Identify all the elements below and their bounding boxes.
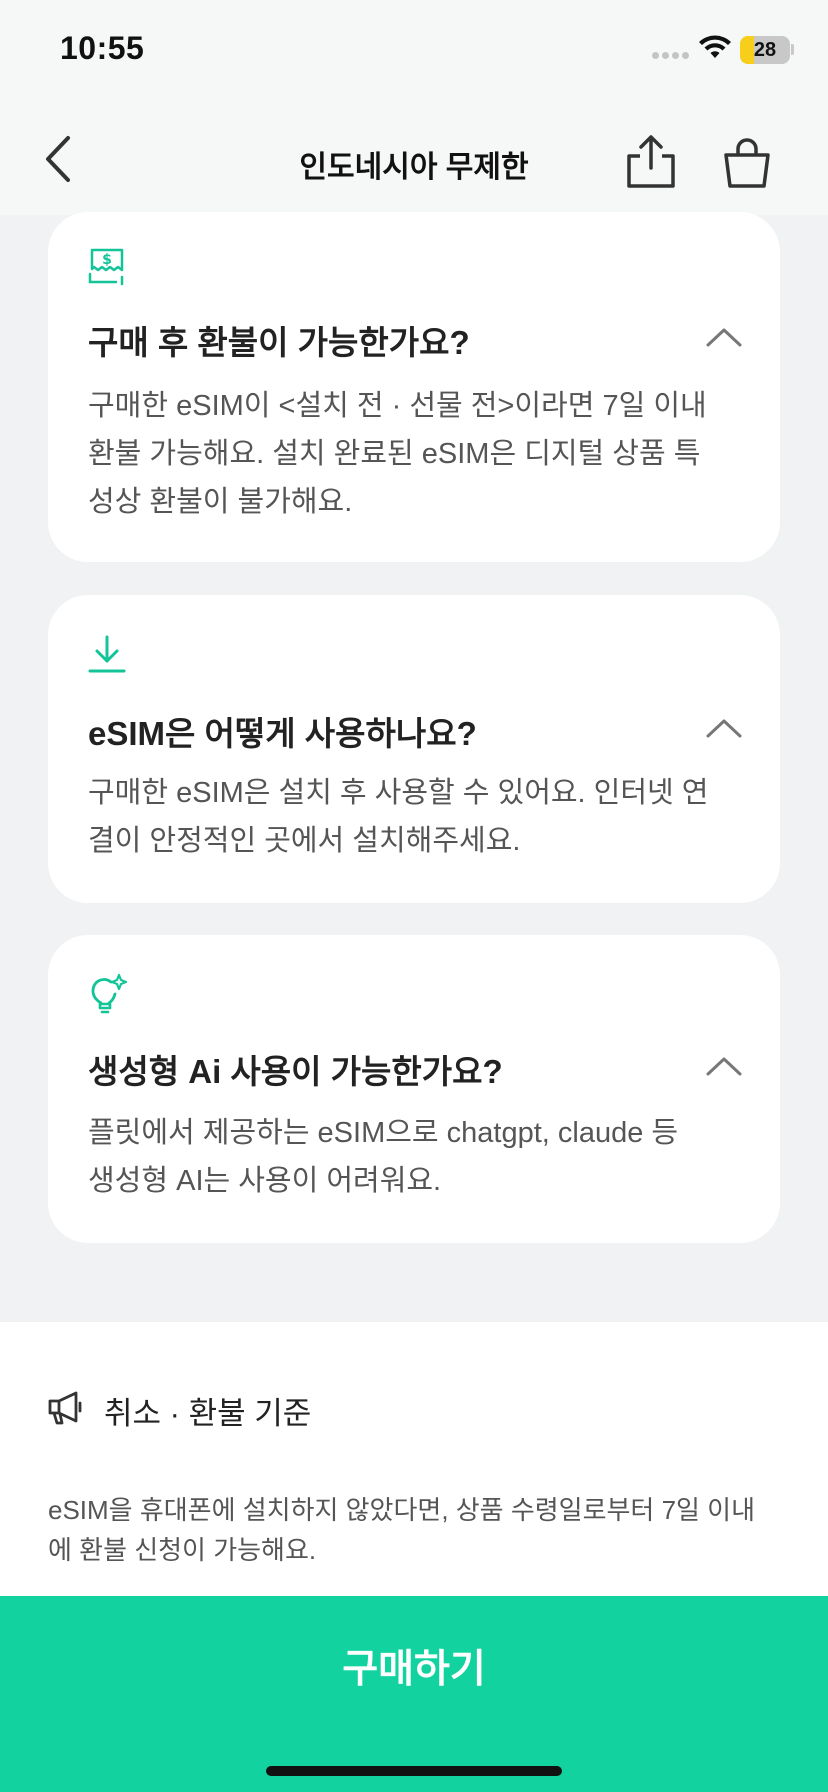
faq-answer-line: 성상 환불이 불가해요. [88,486,353,518]
chevron-up-icon[interactable] [706,1055,742,1077]
faq-question[interactable]: 생성형 Ai 사용이 가능한가요? [88,1045,690,1093]
faq-answer-line: 생성형 AI는 사용이 어려워요. [88,1165,442,1197]
faq-card-ai[interactable]: 생성형 Ai 사용이 가능한가요? 플릿에서 제공하는 eSIM으로 chatg… [48,935,780,1243]
faq-question[interactable]: eSIM은 어떻게 사용하나요? [88,707,690,755]
faq-card-refund[interactable]: $ 구매 후 환불이 가능한가요? 구매한 eSIM이 <설치 전 · 선물 전… [48,212,780,562]
status-bar: 10:55 28 [0,0,828,100]
battery-tip [791,44,794,55]
faq-question[interactable]: 구매 후 환불이 가능한가요? [88,316,690,364]
buy-button-label: 구매하기 [342,1648,486,1691]
faq-answer-line: 구매한 eSIM은 설치 후 사용할 수 있어요. 인터넷 연 [88,777,709,809]
chevron-up-icon[interactable] [706,717,742,739]
faq-answer-line: 플릿에서 제공하는 eSIM으로 chatgpt, claude 등 [88,1117,679,1149]
faq-answer-line: 결이 안정적인 곳에서 설치해주세요. [88,825,521,857]
status-time: 10:55 [60,30,145,66]
battery-level: 28 [753,39,777,61]
download-icon [88,635,126,673]
faq-answer-line: 구매한 eSIM이 <설치 전 · 선물 전>이라면 7일 이내 [88,390,707,422]
policy-title: 취소 · 환불 기준 [104,1396,312,1431]
faq-answer-line: 환불 가능해요. 설치 완료된 eSIM은 디지털 상품 특 [88,438,701,470]
faq-answer: 플릿에서 제공하는 eSIM으로 chatgpt, claude 등 생성형 A… [88,1109,744,1205]
home-indicator [266,1766,562,1776]
shopping-bag-icon[interactable] [720,136,774,190]
faq-answer: 구매한 eSIM은 설치 후 사용할 수 있어요. 인터넷 연 결이 안정적인 … [88,769,744,865]
megaphone-icon [48,1391,82,1425]
buy-button[interactable]: 구매하기 [0,1596,828,1792]
receipt-dollar-icon: $ [88,248,124,286]
svg-text:$: $ [102,252,112,268]
navigation-bar: 인도네시아 무제한 [0,100,828,215]
cellular-signal-icon [652,52,689,59]
refund-policy-section: 취소 · 환불 기준 eSIM을 휴대폰에 설치하지 않았다면, 상품 수령일로… [0,1322,828,1598]
wifi-icon [699,35,731,58]
policy-text-line: 에 환불 신청이 가능해요. [48,1535,317,1565]
lightbulb-sparkle-icon [91,973,128,1014]
page-title: 인도네시아 무제한 [299,151,529,184]
policy-text-line: eSIM을 휴대폰에 설치하지 않았다면, 상품 수령일로부터 7일 이내 [48,1495,756,1525]
faq-card-usage[interactable]: eSIM은 어떻게 사용하나요? 구매한 eSIM은 설치 후 사용할 수 있어… [48,595,780,903]
chevron-up-icon[interactable] [706,326,742,348]
faq-answer: 구매한 eSIM이 <설치 전 · 선물 전>이라면 7일 이내 환불 가능해요… [88,382,744,526]
share-icon[interactable] [624,134,678,190]
battery-indicator: 28 [740,36,790,64]
policy-text: eSIM을 휴대폰에 설치하지 않았다면, 상품 수령일로부터 7일 이내 에 … [48,1490,788,1570]
